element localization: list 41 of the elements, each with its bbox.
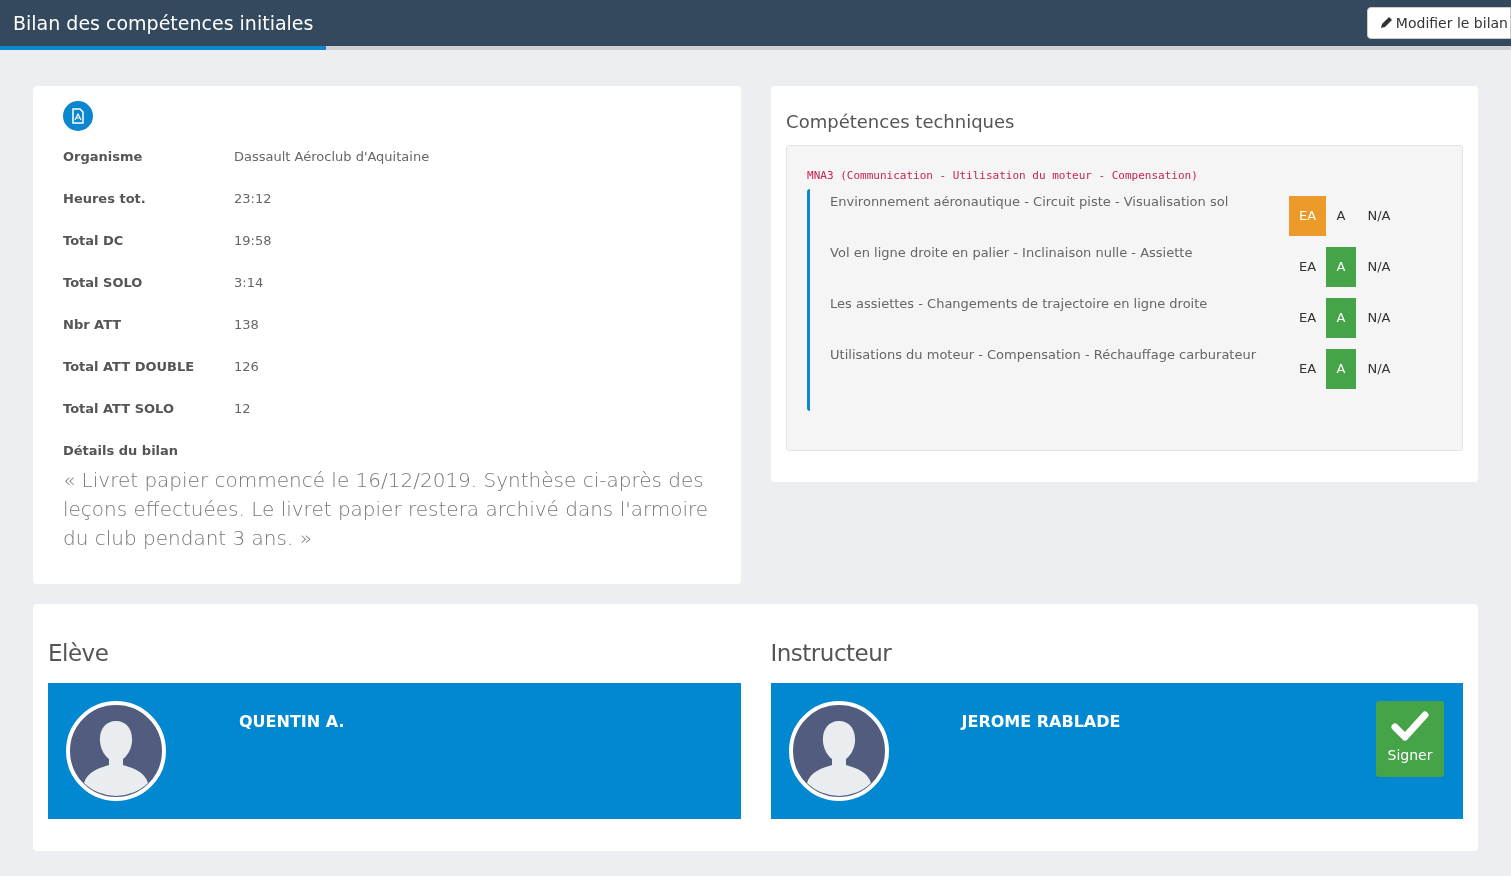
page-title: Bilan des compétences initiales (13, 10, 314, 36)
pencil-icon (1379, 17, 1392, 29)
role-title: Instructeur (770, 639, 893, 668)
group-code: MNA3 (Communication - Utilisation du moteur - Compensation) (807, 168, 1199, 184)
skill-name: Environnement aéronautique - Circuit piste - Visualisation sol (830, 192, 1229, 211)
avatar-icon (66, 700, 166, 801)
rating-option[interactable]: N/A (1356, 246, 1402, 287)
rating-option[interactable]: N/A (1356, 195, 1402, 236)
rating-option[interactable]: N/A (1356, 297, 1402, 338)
field-value: 3:14 (234, 274, 264, 293)
skill-name: Les assiettes - Changements de trajectoire en ligne droite (830, 294, 1208, 313)
field-label: Total ATT DOUBLE (63, 358, 196, 377)
skill-name: Utilisations du moteur - Compensation - Réchauffage carburateur (830, 345, 1257, 364)
field-label: Organisme (63, 148, 144, 167)
details-text: « Livret papier commencé le 16/12/2019. Synthèse ci-après des leçons effectuées. Le livret papier restera archivé dans l'armoire du club pendant 3 ans. » (63, 467, 710, 552)
edit-button[interactable]: Modifier le bilan (1366, 7, 1511, 39)
field-value: Dassault Aéroclub d'Aquitaine (234, 148, 430, 167)
pdf-icon[interactable] (63, 101, 93, 131)
rating-option[interactable]: EA (1289, 246, 1326, 287)
avatar-icon (788, 700, 889, 801)
field-label: Total SOLO (63, 274, 144, 293)
card-title: Compétences techniques (786, 110, 1016, 134)
role-title: Elève (48, 639, 110, 668)
rating-option[interactable]: EA (1289, 297, 1326, 338)
field-label: Détails du bilan (63, 442, 179, 461)
field-value: 23:12 (234, 190, 272, 209)
field-value: 126 (234, 358, 259, 377)
checkmark-icon (1391, 711, 1429, 741)
field-label: Total ATT SOLO (63, 400, 175, 419)
rating-option[interactable]: A (1326, 195, 1356, 236)
rating-option[interactable]: EA (1289, 348, 1326, 389)
field-value: 12 (234, 400, 251, 419)
field-label: Nbr ATT (63, 316, 123, 335)
field-label: Total DC (63, 232, 125, 251)
field-label: Heures tot. (63, 190, 147, 209)
person-name: JEROME RABLADE (961, 710, 1121, 733)
field-value: 19:58 (234, 232, 272, 251)
person-name: QUENTIN A. (239, 710, 345, 733)
skill-name: Vol en ligne droite en palier - Inclinaison nulle - Assiette (830, 243, 1193, 262)
field-value: 138 (234, 316, 259, 335)
rating-option[interactable]: N/A (1356, 348, 1402, 389)
